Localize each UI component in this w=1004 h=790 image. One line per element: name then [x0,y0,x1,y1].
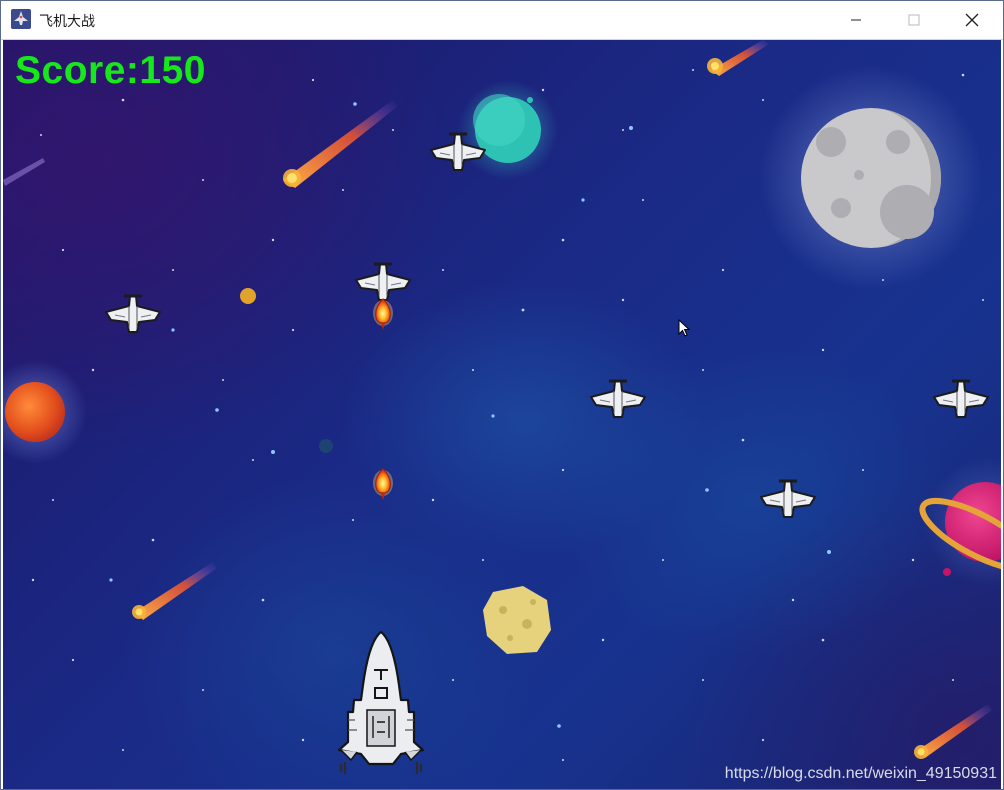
small-planet [240,288,256,304]
comet [283,100,398,188]
player-plane[interactable] [337,630,425,774]
moon [759,66,983,290]
bullet [372,298,394,331]
plane-app-icon [11,9,31,29]
maximize-button[interactable] [885,1,943,39]
minimize-icon [851,19,861,21]
red-planet [3,360,87,464]
maximize-icon [908,14,920,26]
close-icon [965,13,979,27]
comet [132,562,217,620]
enemy-plane [104,294,162,334]
ringed-pink-planet [919,458,1001,586]
bullet [372,468,394,501]
comet-faint [3,158,45,186]
asteroid [483,586,551,654]
watermark-text: https://blog.csdn.net/weixin_49150931 [724,765,997,782]
dark-planet [319,439,333,453]
comet [707,40,769,76]
title-bar[interactable]: 飞机大战 [1,1,1003,40]
enemy-plane [354,262,412,302]
enemy-plane [932,379,990,419]
game-window: 飞机大战 Score:150 https://blog.csdn.net/wei… [0,0,1004,790]
window-title: 飞机大战 [39,14,95,30]
close-button[interactable] [943,1,1001,39]
enemy-plane [759,479,817,519]
comet [914,704,992,759]
score-label: Score:150 [15,49,206,92]
mouse-cursor-icon [678,319,690,337]
minimize-button[interactable] [827,1,885,39]
bright-star-field [109,102,831,728]
game-canvas[interactable]: Score:150 https://blog.csdn.net/weixin_4… [3,40,1001,789]
space-scene [3,40,1001,774]
enemy-plane [589,379,647,419]
teal-planet [458,80,558,180]
